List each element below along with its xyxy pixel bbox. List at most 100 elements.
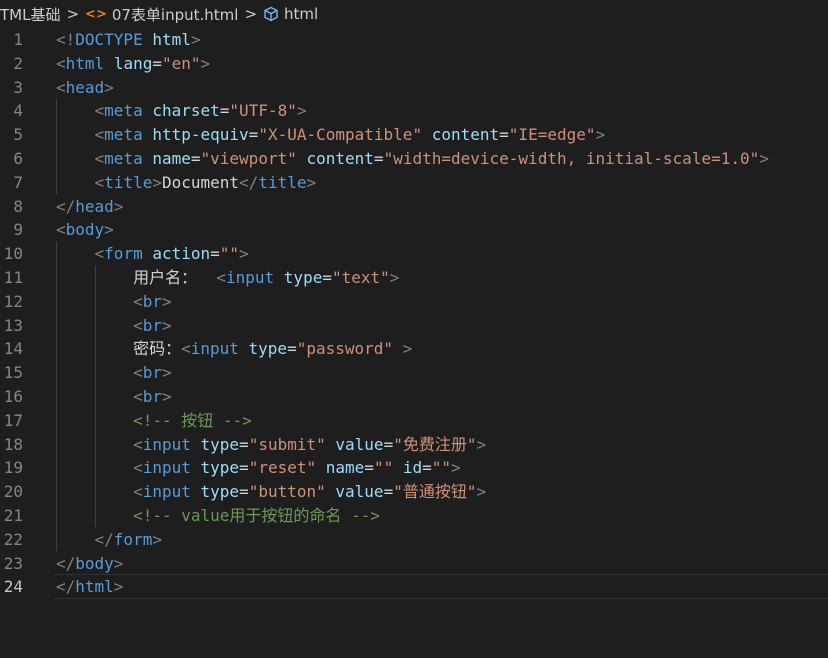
code-text: <meta http-equiv="X-UA-Compatible" conte… [56, 123, 606, 147]
code-token: > [104, 77, 114, 97]
code-line[interactable]: 2 <html lang="en"> [0, 52, 828, 76]
code-line[interactable]: 24 </html> [0, 575, 828, 599]
code-token: = [287, 339, 297, 359]
code-line[interactable]: 23 </body> [0, 552, 828, 576]
code-line[interactable]: 8 </head> [0, 195, 828, 219]
code-token: < [56, 220, 66, 240]
code-text: <input type="button" value="普通按钮"> [56, 480, 486, 504]
line-number: 21 [3, 506, 23, 525]
code-token: = [190, 149, 201, 168]
symbol-element-icon [263, 6, 279, 22]
code-line[interactable]: 16 <br> [0, 385, 828, 409]
code-token: > [306, 172, 317, 192]
code-token: "button" [248, 482, 326, 502]
code-token: > [402, 339, 413, 359]
code-line[interactable]: 1 <!DOCTYPE html> [0, 28, 828, 52]
code-token: = [383, 482, 394, 502]
breadcrumb-symbol[interactable]: html [263, 5, 318, 23]
code-line[interactable]: 14 密码：<input type="password" > [0, 337, 828, 361]
code-token: > [451, 458, 461, 478]
code-line[interactable]: 21 <!-- value用于按钮的命名 --> [0, 504, 828, 528]
line-number: 8 [13, 196, 23, 216]
code-token: "en" [161, 53, 201, 73]
line-number: 17 [3, 410, 23, 430]
breadcrumb-folder[interactable]: TML基础 [0, 4, 60, 25]
code-token: = [239, 434, 249, 454]
code-token: < [133, 387, 143, 406]
code-token: DOCTYPE [75, 30, 143, 49]
breadcrumb-file[interactable]: <> 07表单input.html [85, 4, 238, 25]
code-token: 用户名： [56, 268, 217, 287]
code-token: < [133, 434, 143, 454]
code-token: form [113, 529, 153, 549]
code-token: > [113, 577, 124, 597]
code-token: input [142, 482, 191, 502]
code-line[interactable]: 7 <title>Document</title> [0, 171, 828, 195]
code-token: = [239, 458, 249, 478]
code-line[interactable]: 19 <input type="reset" name="" id=""> [0, 456, 828, 480]
breadcrumb: TML基础 > <> 07表单input.html > html [0, 0, 828, 28]
code-line[interactable]: 13 <br> [0, 314, 828, 338]
code-token: "submit" [248, 434, 326, 454]
line-number: 2 [13, 53, 23, 73]
code-token: = [364, 458, 374, 478]
code-line[interactable]: 20 <input type="button" value="普通按钮"> [0, 480, 828, 504]
code-token: value [335, 482, 384, 502]
line-number: 20 [3, 482, 23, 502]
code-line[interactable]: 9 <body> [0, 218, 828, 242]
line-number: 15 [3, 363, 23, 383]
line-number: 5 [13, 125, 23, 145]
code-line[interactable]: 10 <form action=""> [0, 242, 828, 266]
chevron-right-icon: > [244, 5, 258, 23]
code-token: > [113, 196, 124, 216]
code-token: > [152, 529, 162, 549]
code-token: action [152, 244, 211, 264]
code-token: "width=device-width, initial-scale=1.0" [383, 149, 760, 168]
code-line[interactable]: 15 <br> [0, 361, 828, 385]
code-token: input [225, 268, 275, 287]
code-line[interactable]: 12 <br> [0, 290, 828, 314]
line-number: 6 [13, 149, 23, 168]
code-token: < [216, 268, 226, 287]
code-token: > [476, 482, 487, 502]
code-token: http-equiv [152, 125, 249, 145]
code-line[interactable]: 3 <head> [0, 76, 828, 100]
code-line[interactable]: 18 <input type="submit" value="免费注册"> [0, 433, 828, 457]
code-line[interactable]: 22 </form> [0, 528, 828, 552]
code-token: input [142, 458, 191, 478]
code-token: < [56, 53, 66, 73]
code-token: name [152, 149, 191, 168]
code-line[interactable]: 6 <meta name="viewport" content="width=d… [0, 147, 828, 171]
code-token: title [104, 172, 153, 192]
code-token: = [239, 482, 249, 502]
code-text: <head> [56, 76, 114, 100]
code-token: = [248, 125, 259, 145]
code-token: > [595, 125, 606, 145]
code-text: 密码：<input type="password" > [56, 337, 412, 361]
code-token: > [152, 172, 162, 192]
code-line[interactable]: 11 用户名： <input type="text"> [0, 266, 828, 290]
code-token: "password" [296, 339, 394, 359]
line-number: 9 [13, 220, 23, 240]
code-line[interactable]: 5 <meta http-equiv="X-UA-Compatible" con… [0, 123, 828, 147]
code-token: content [306, 149, 374, 168]
code-token: < [94, 172, 105, 192]
code-token: > [190, 30, 201, 49]
code-token: value [335, 434, 384, 454]
code-token: 密码： [56, 339, 182, 359]
code-line[interactable]: 17 <!-- 按钮 --> [0, 409, 828, 433]
code-token: input [190, 339, 239, 359]
code-line[interactable]: 4 <meta charset="UTF-8"> [0, 99, 828, 123]
code-token: content [431, 125, 500, 145]
breadcrumb-folder-label: TML基础 [0, 5, 61, 24]
